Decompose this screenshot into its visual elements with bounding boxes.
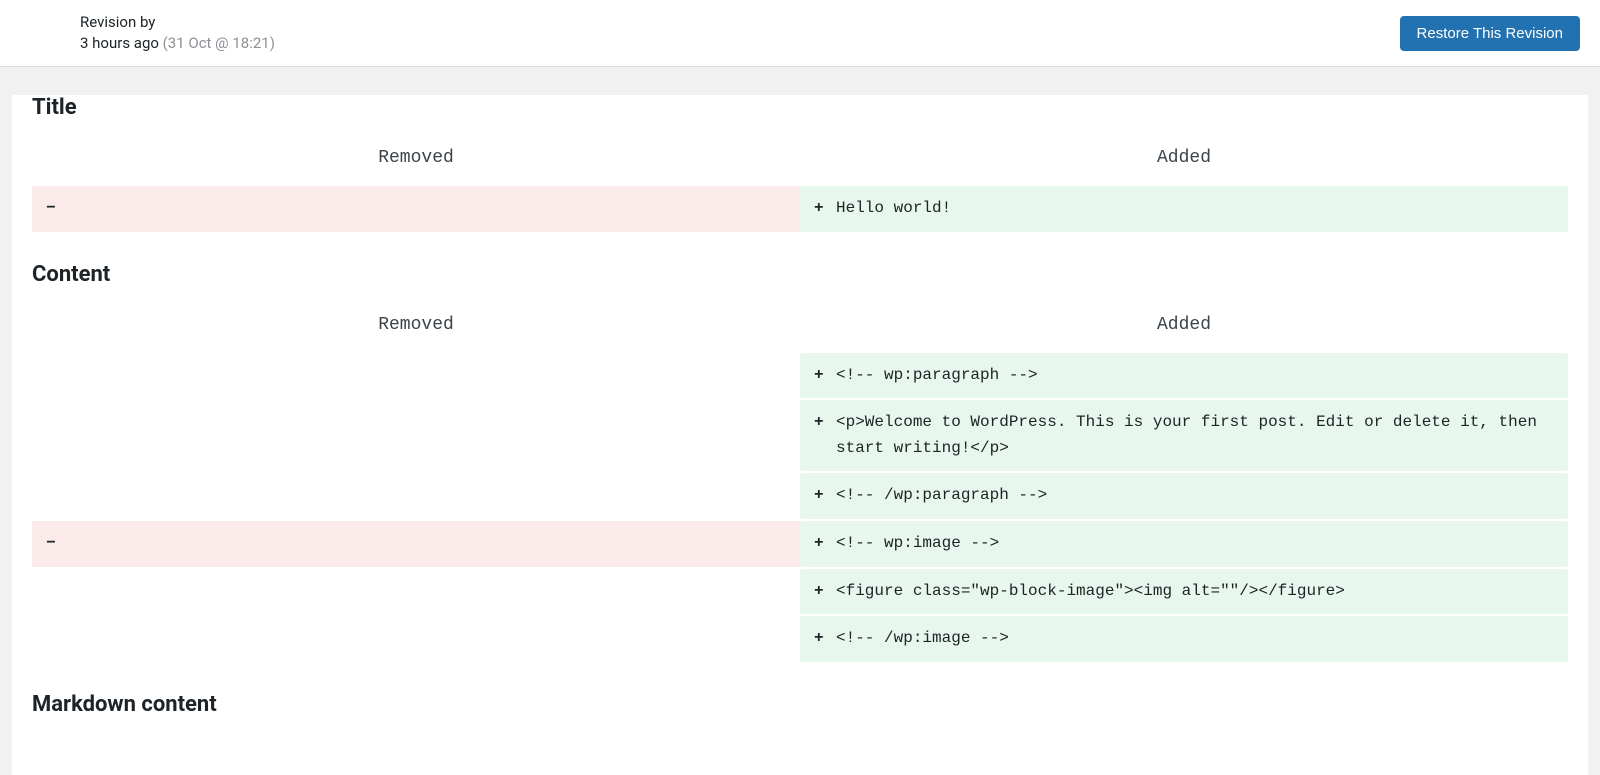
revision-by-label: Revision by (80, 12, 275, 33)
diff-cell-removed (32, 616, 800, 664)
diff-cell-added: +<!-- /wp:paragraph --> (800, 473, 1568, 521)
diff-added-line: +Hello world! (800, 186, 1568, 232)
restore-revision-button[interactable]: Restore This Revision (1400, 16, 1580, 51)
diff-added-line: +<!-- /wp:image --> (800, 616, 1568, 662)
diff-added-line: +<!-- wp:paragraph --> (800, 353, 1568, 399)
diff-cell-added: +<!-- wp:image --> (800, 521, 1568, 569)
diff-col-removed: Removed (32, 138, 800, 186)
plus-icon: + (814, 410, 832, 436)
diff-col-added: Added (800, 305, 1568, 353)
minus-icon: − (46, 531, 64, 557)
diff-line-text: Hello world! (832, 196, 1554, 222)
diff-line-text: <figure class="wp-block-image"><img alt=… (832, 579, 1554, 605)
diff-added-line: +<p>Welcome to WordPress. This is your f… (800, 400, 1568, 471)
revision-header-bar: Revision by 3 hours ago (31 Oct @ 18:21)… (0, 0, 1600, 67)
diff-cell-added: +<!-- wp:paragraph --> (800, 353, 1568, 401)
diff-cell-removed: − (32, 521, 800, 569)
diff-table: RemovedAdded+<!-- wp:paragraph -->+<p>We… (32, 305, 1568, 664)
diff-cell-added: +<p>Welcome to WordPress. This is your f… (800, 400, 1568, 473)
diff-cell-added: +<!-- /wp:image --> (800, 616, 1568, 664)
revision-time-row: 3 hours ago (31 Oct @ 18:21) (80, 33, 275, 54)
diff-section-heading: Title (32, 95, 1568, 120)
plus-icon: + (814, 579, 832, 605)
revision-timestamp: (31 Oct @ 18:21) (163, 34, 275, 52)
diff-added-line: +<figure class="wp-block-image"><img alt… (800, 569, 1568, 615)
diff-row: +<!-- /wp:image --> (32, 616, 1568, 664)
diff-line-text: <!-- wp:paragraph --> (832, 363, 1554, 389)
plus-icon: + (814, 626, 832, 652)
plus-icon: + (814, 363, 832, 389)
diff-removed-line: − (32, 521, 800, 567)
diff-section-heading: Markdown content (32, 692, 1568, 717)
diff-row: +<figure class="wp-block-image"><img alt… (32, 569, 1568, 617)
diff-row: +<p>Welcome to WordPress. This is your f… (32, 400, 1568, 473)
diff-cell-added: +<figure class="wp-block-image"><img alt… (800, 569, 1568, 617)
diff-cell-removed (32, 569, 800, 617)
diff-removed-line: − (32, 186, 800, 232)
revision-diff-container: TitleRemovedAdded−+Hello world!ContentRe… (12, 95, 1588, 775)
diff-row: − +Hello world! (32, 186, 1568, 234)
minus-icon: − (46, 196, 64, 222)
diff-row: +<!-- wp:paragraph --> (32, 353, 1568, 401)
diff-line-text: <!-- /wp:paragraph --> (832, 483, 1554, 509)
diff-table: RemovedAdded − +Hello world! (32, 138, 1568, 234)
diff-cell-removed: − (32, 186, 800, 234)
diff-added-line: +<!-- /wp:paragraph --> (800, 473, 1568, 519)
diff-line-text: <p>Welcome to WordPress. This is your fi… (832, 410, 1554, 461)
plus-icon: + (814, 483, 832, 509)
diff-cell-added: +Hello world! (800, 186, 1568, 234)
diff-cell-removed (32, 353, 800, 401)
diff-col-added: Added (800, 138, 1568, 186)
revision-time-ago: 3 hours ago (80, 34, 159, 52)
diff-cell-removed (32, 400, 800, 473)
diff-line-text: <!-- wp:image --> (832, 531, 1554, 557)
plus-icon: + (814, 531, 832, 557)
diff-section-heading: Content (32, 262, 1568, 287)
diff-cell-removed (32, 473, 800, 521)
diff-line-text: <!-- /wp:image --> (832, 626, 1554, 652)
diff-row: − +<!-- wp:image --> (32, 521, 1568, 569)
diff-added-line: +<!-- wp:image --> (800, 521, 1568, 567)
revision-meta: Revision by 3 hours ago (31 Oct @ 18:21) (80, 12, 275, 54)
diff-row: +<!-- /wp:paragraph --> (32, 473, 1568, 521)
diff-col-removed: Removed (32, 305, 800, 353)
plus-icon: + (814, 196, 832, 222)
